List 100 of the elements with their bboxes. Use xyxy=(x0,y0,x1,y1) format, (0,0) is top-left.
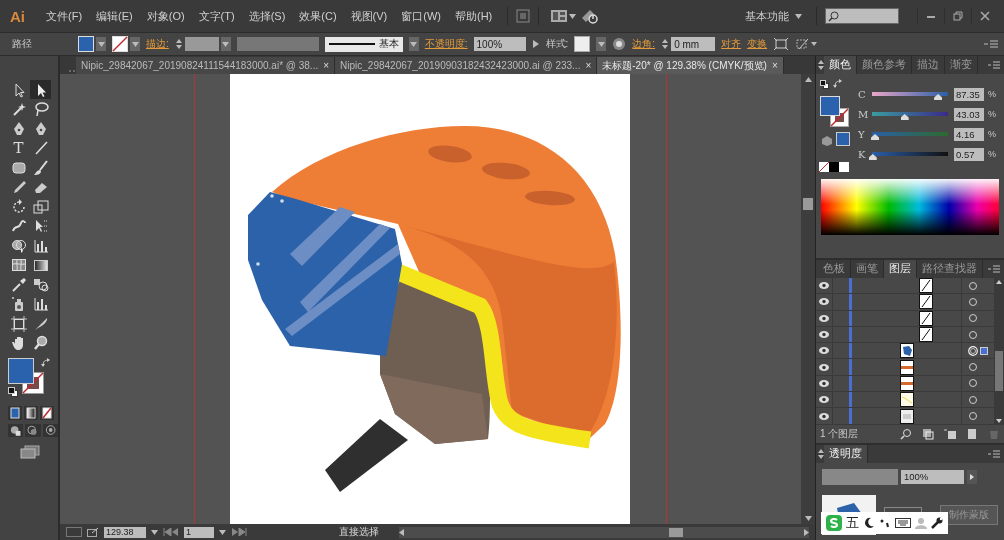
draw-behind-icon[interactable] xyxy=(25,424,41,437)
target-icon[interactable] xyxy=(968,296,978,307)
ime-logo-icon[interactable] xyxy=(826,515,842,531)
select-similar-icon[interactable] xyxy=(773,37,790,51)
wrench-icon[interactable] xyxy=(931,517,943,529)
transform-link[interactable]: 变换 xyxy=(747,37,768,51)
eye-icon[interactable] xyxy=(819,314,829,322)
scroll-thumb[interactable] xyxy=(803,198,813,210)
new-sublayer-icon[interactable] xyxy=(944,427,956,440)
menu-item[interactable]: 帮助(H) xyxy=(448,6,500,26)
menu-item[interactable]: 选择(S) xyxy=(241,6,293,26)
panel-tab[interactable]: 透明度 xyxy=(824,444,868,463)
layer-row[interactable] xyxy=(816,343,994,360)
opacity-field[interactable]: 100% xyxy=(473,37,526,51)
profile-dropdown[interactable] xyxy=(408,37,419,51)
channel-value-field[interactable]: 0.57 xyxy=(954,147,984,161)
channel-value-field[interactable]: 43.03 xyxy=(954,107,984,121)
default-colors-icon[interactable] xyxy=(820,80,829,89)
stroke-link[interactable]: 描边: xyxy=(146,37,169,51)
workspace-switcher[interactable]: 基本功能 xyxy=(739,6,808,26)
channel-value-field[interactable]: 87.35 xyxy=(954,87,984,101)
gpu-icon[interactable] xyxy=(66,527,82,537)
close-tab-button[interactable]: × xyxy=(771,60,778,71)
panel-tab[interactable]: 渐变 xyxy=(945,56,978,74)
new-layer-icon[interactable] xyxy=(966,427,978,440)
fill-swatch[interactable] xyxy=(8,358,34,384)
none-swatch[interactable] xyxy=(819,162,829,172)
panel-menu-icon[interactable] xyxy=(988,449,1000,458)
zoom-field[interactable]: 129.38 xyxy=(104,526,146,538)
slider-thumb[interactable] xyxy=(868,154,877,160)
eye-icon[interactable] xyxy=(819,282,829,290)
color-mode-icon[interactable] xyxy=(8,406,22,420)
color-swatch[interactable] xyxy=(829,162,839,172)
locate-object-icon[interactable] xyxy=(900,427,912,440)
opacity-link[interactable]: 不透明度: xyxy=(424,37,468,51)
artboard-tool[interactable] xyxy=(8,314,29,333)
target-icon[interactable] xyxy=(968,362,978,373)
stroke-dropdown[interactable] xyxy=(130,37,140,51)
out-of-gamut-icon[interactable] xyxy=(822,136,832,146)
panel-menu-icon[interactable] xyxy=(988,265,1000,273)
play-icon[interactable] xyxy=(967,469,977,484)
blend-mode-dropdown[interactable] xyxy=(822,468,898,485)
type-tool[interactable]: T xyxy=(8,138,29,158)
menu-item[interactable]: 窗口(W) xyxy=(394,6,448,26)
color-swatch[interactable] xyxy=(839,162,849,172)
menu-item[interactable]: 对象(O) xyxy=(139,6,192,26)
stroke-weight-dropdown[interactable] xyxy=(220,37,231,51)
layer-row[interactable] xyxy=(816,326,994,344)
scale-tool[interactable] xyxy=(30,197,51,216)
slider-thumb[interactable] xyxy=(900,114,909,120)
menu-item[interactable]: 文字(T) xyxy=(191,6,242,26)
close-tab-button[interactable]: × xyxy=(323,60,330,71)
fill-stroke-swatches[interactable] xyxy=(820,96,850,130)
layer-row[interactable] xyxy=(816,310,994,327)
none-mode-icon[interactable] xyxy=(40,406,54,420)
panel-tab[interactable]: 图层 xyxy=(884,260,917,278)
swap-icon[interactable] xyxy=(833,79,843,89)
panel-tab[interactable]: 路径查找器 xyxy=(917,260,983,278)
fill-swatch[interactable] xyxy=(78,36,94,52)
panel-tab[interactable]: 描边 xyxy=(912,56,945,74)
default-colors-icon[interactable] xyxy=(8,387,18,397)
corner-radius-field[interactable]: 0 mm xyxy=(671,37,716,51)
horizontal-scrollbar[interactable] xyxy=(399,526,809,538)
isolate-icon[interactable] xyxy=(795,37,818,51)
eye-icon[interactable] xyxy=(819,363,829,371)
scroll-thumb[interactable] xyxy=(669,527,683,537)
opacity-field[interactable]: 100% xyxy=(901,469,964,484)
panel-menu-icon[interactable] xyxy=(988,61,1000,69)
web-safe-color-swatch[interactable] xyxy=(836,132,850,146)
target-icon[interactable] xyxy=(968,313,978,324)
menu-item[interactable]: 编辑(E) xyxy=(89,6,140,26)
panel-tab[interactable]: 颜色 xyxy=(824,56,857,74)
layer-row[interactable] xyxy=(816,294,994,311)
target-ring-icon[interactable] xyxy=(968,345,978,356)
input-mode-toggle[interactable]: 五 xyxy=(846,514,859,532)
menu-item[interactable]: 视图(V) xyxy=(343,6,395,26)
style-swatch[interactable] xyxy=(574,36,591,52)
draw-inside-icon[interactable] xyxy=(42,424,58,437)
panel-menu-icon[interactable] xyxy=(984,39,998,49)
layers-scrollbar[interactable] xyxy=(994,278,1004,425)
target-icon[interactable] xyxy=(968,394,978,405)
keyboard-icon[interactable] xyxy=(895,517,911,529)
menu-item[interactable]: 文件(F) xyxy=(39,6,90,26)
swap-icon[interactable] xyxy=(41,358,51,368)
layer-row[interactable] xyxy=(816,278,994,295)
draw-normal-icon[interactable] xyxy=(8,424,24,437)
eye-icon[interactable] xyxy=(819,298,829,306)
target-icon[interactable] xyxy=(968,411,978,421)
selection-indicator[interactable] xyxy=(980,346,988,355)
layer-row[interactable] xyxy=(816,392,994,409)
eye-icon[interactable] xyxy=(819,412,829,420)
search-field[interactable] xyxy=(825,8,899,24)
fill-dropdown[interactable] xyxy=(96,37,106,51)
target-icon[interactable] xyxy=(968,280,978,291)
artboard-number-field[interactable]: 1 xyxy=(184,526,214,538)
vertical-scrollbar[interactable] xyxy=(801,74,815,524)
screen-mode-icon[interactable] xyxy=(20,445,40,459)
no-stroke-swatch[interactable] xyxy=(112,36,128,52)
slider-thumb[interactable] xyxy=(934,94,943,100)
layer-row[interactable] xyxy=(816,408,994,425)
